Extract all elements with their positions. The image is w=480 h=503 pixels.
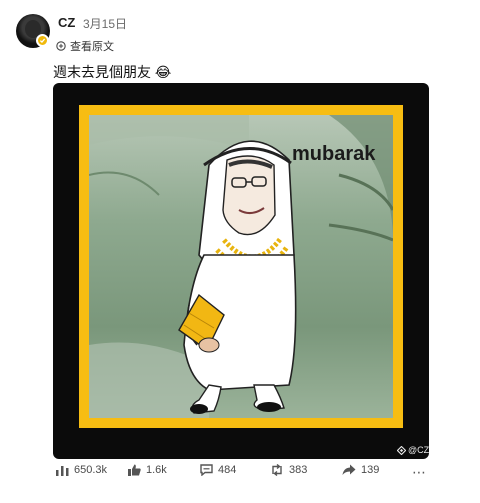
repost-button[interactable]: 383 <box>270 464 307 476</box>
reposts-count: 383 <box>289 464 308 476</box>
mubarak-caption: mubarak <box>292 143 376 165</box>
cartoon-illustration: mubarak <box>89 115 393 418</box>
action-bar: 650.3k 1.6k 484 383 139 ⋯ <box>0 464 480 484</box>
like-button[interactable]: 1.6k <box>128 464 167 476</box>
views-count: 650.3k <box>74 464 108 476</box>
share-button[interactable]: 139 <box>342 464 379 476</box>
post-date[interactable]: 3月15日 <box>83 15 127 32</box>
share-arrow-icon <box>342 464 356 475</box>
comments-count: 484 <box>218 464 237 476</box>
comment-icon <box>200 464 213 476</box>
comment-button[interactable]: 484 <box>200 464 236 476</box>
more-options-icon: ⋯ <box>412 464 426 480</box>
repost-icon <box>272 464 282 476</box>
views-button[interactable]: 650.3k <box>56 464 107 476</box>
likes-count: 1.6k <box>146 464 167 476</box>
verified-badge-icon <box>36 34 49 47</box>
shares-count: 139 <box>361 464 380 476</box>
view-original-label: 查看原文 <box>70 41 114 53</box>
image-watermark: @CZ <box>397 445 429 455</box>
post-text: 週末去見個朋友 😂 <box>53 64 172 80</box>
bar-chart-icon <box>56 466 69 476</box>
watermark-text: @CZ <box>408 445 430 455</box>
binance-logo-icon <box>397 445 406 455</box>
view-original-button[interactable]: 查看原文 <box>56 38 114 54</box>
post-card: CZ 3月15日 查看原文 週末去見個朋友 😂 mubarak @CZ 650.… <box>0 0 480 503</box>
more-options-button[interactable]: ⋯ <box>412 464 426 481</box>
author-name[interactable]: CZ <box>58 15 75 30</box>
translate-icon <box>56 41 66 51</box>
thumbs-up-icon <box>128 464 141 476</box>
